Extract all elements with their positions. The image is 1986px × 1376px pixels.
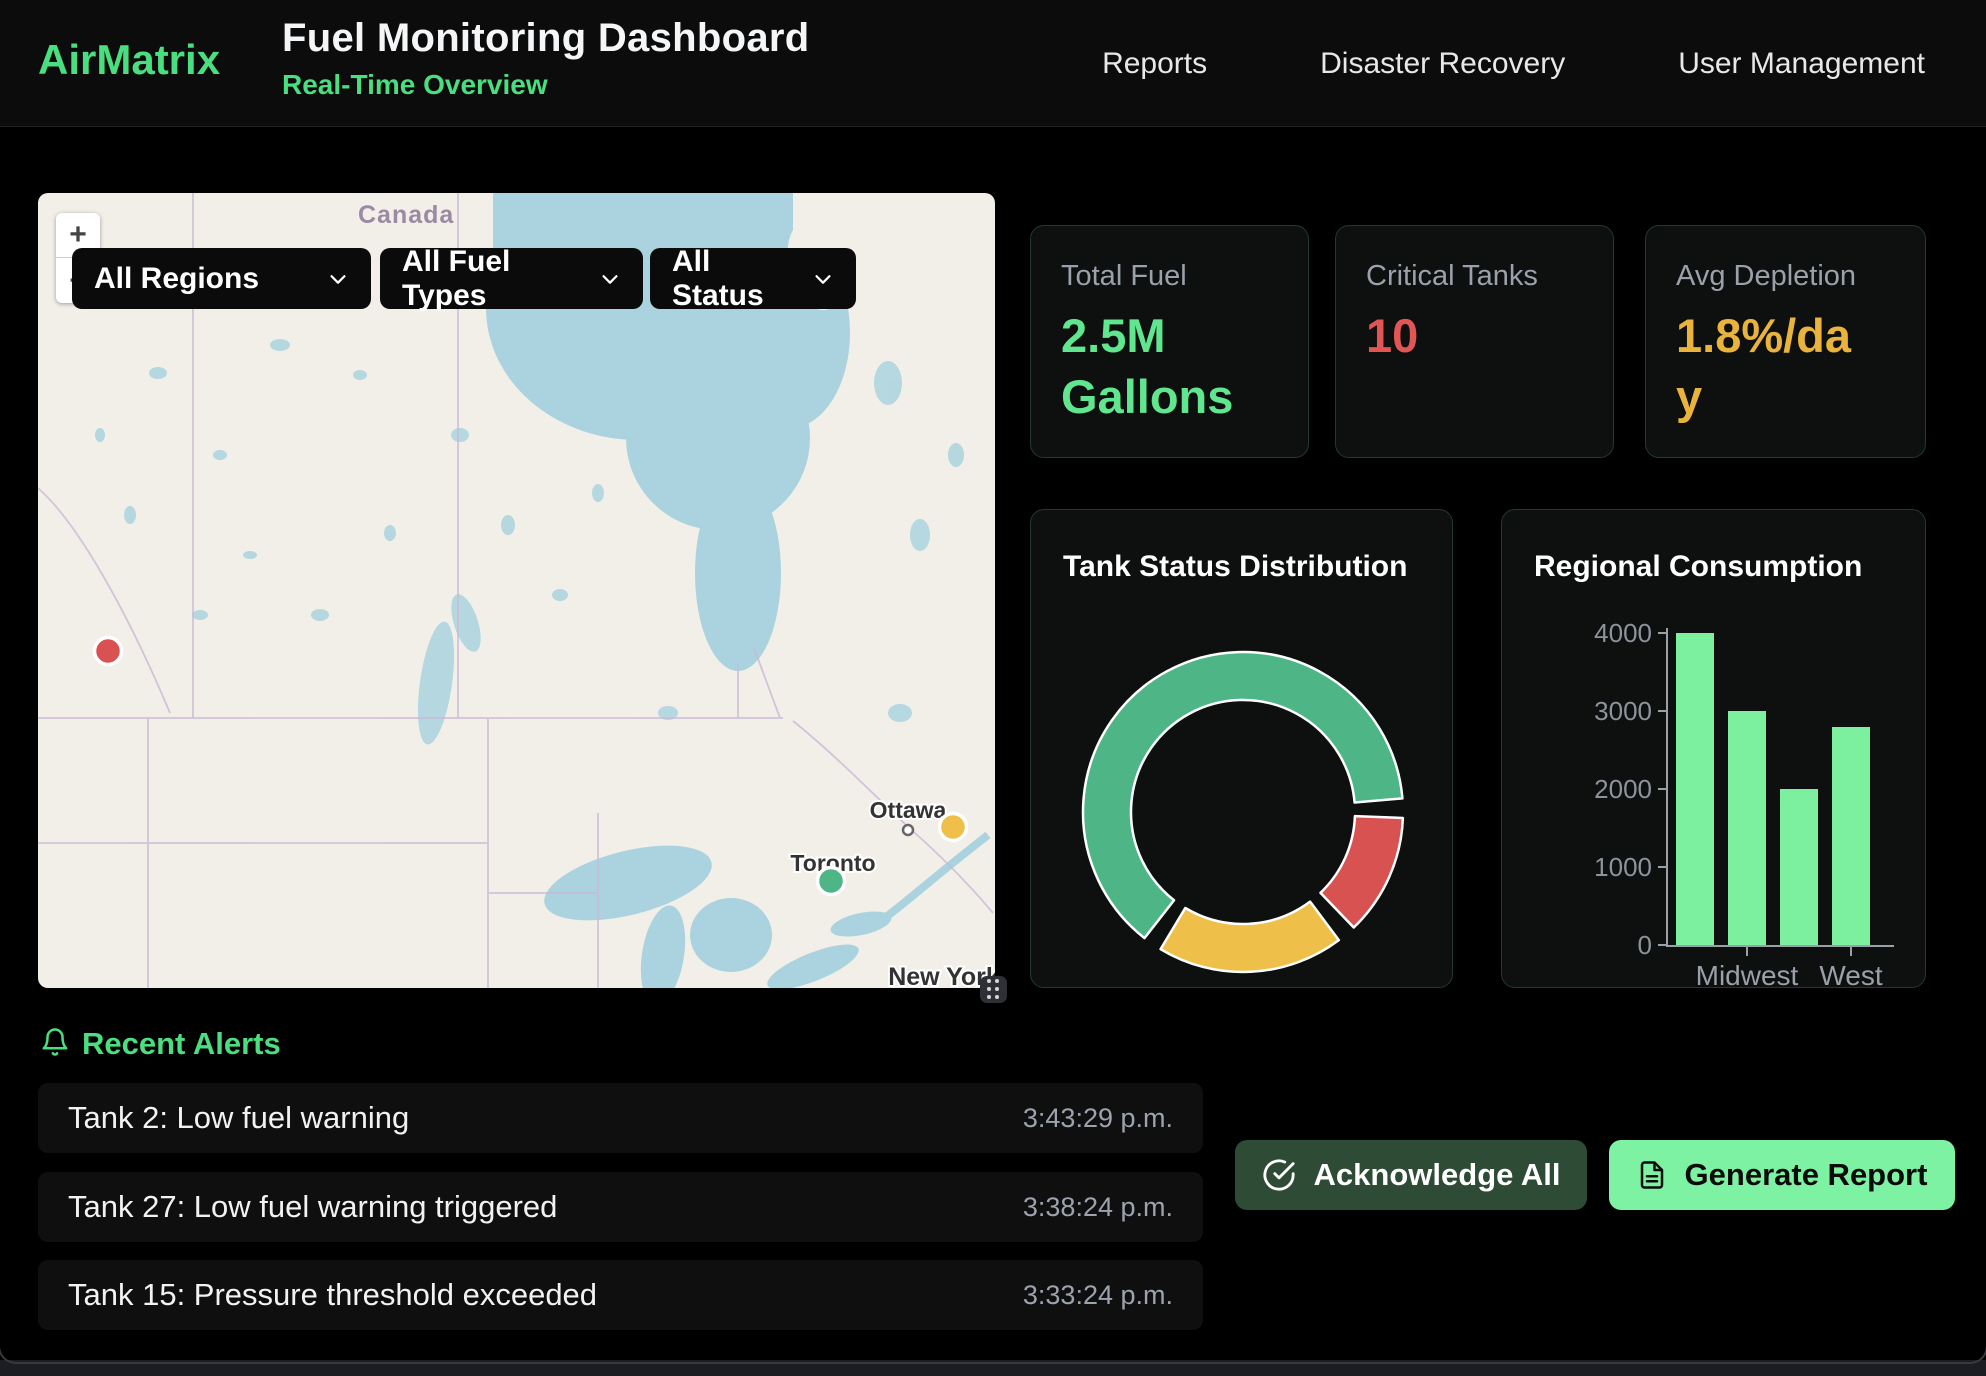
- chevron-down-icon: [812, 268, 834, 290]
- bar-0: [1676, 633, 1714, 945]
- alerts-section-title: Recent Alerts: [82, 1026, 281, 1062]
- y-tick-label: 4000: [1532, 618, 1652, 649]
- fuel-types-dropdown-value: All Fuel Types: [402, 245, 581, 313]
- x-tick-mark: [1850, 947, 1852, 956]
- app-logo: AirMatrix: [38, 36, 220, 84]
- alert-time: 3:38:24 p.m.: [1023, 1192, 1173, 1223]
- donut-chart-card: Tank Status Distribution: [1030, 509, 1453, 988]
- alert-row[interactable]: Tank 15: Pressure threshold exceeded 3:3…: [38, 1260, 1203, 1330]
- y-tick-mark: [1658, 866, 1667, 868]
- stat-label: Avg Depletion: [1676, 260, 1895, 293]
- status-dropdown-value: All Status: [672, 245, 794, 313]
- regions-dropdown[interactable]: All Regions: [72, 248, 371, 309]
- x-tick-mark: [1746, 947, 1748, 956]
- label-canada: Canada: [358, 201, 454, 229]
- map-marker-warning[interactable]: [940, 814, 967, 841]
- status-dropdown[interactable]: All Status: [650, 248, 856, 309]
- nav-disaster-recovery[interactable]: Disaster Recovery: [1320, 47, 1565, 81]
- bar-chart-title: Regional Consumption: [1534, 550, 1862, 584]
- ottawa-town-marker: [903, 825, 913, 835]
- stat-card-critical-tanks: Critical Tanks 10: [1335, 225, 1614, 458]
- chevron-down-icon: [327, 268, 349, 290]
- file-text-icon: [1637, 1160, 1667, 1190]
- bell-icon: [40, 1026, 70, 1058]
- map-marker-critical[interactable]: [95, 638, 122, 665]
- y-tick-label: 1000: [1532, 852, 1652, 883]
- alert-message: Tank 15: Pressure threshold exceeded: [68, 1277, 597, 1313]
- generate-report-button[interactable]: Generate Report: [1609, 1140, 1955, 1210]
- stat-label: Critical Tanks: [1366, 260, 1583, 293]
- main-nav: Reports Disaster Recovery User Managemen…: [1102, 0, 1925, 127]
- map-marker-normal[interactable]: [818, 868, 845, 895]
- label-ottawa: Ottawa: [870, 797, 947, 823]
- stat-card-avg-depletion: Avg Depletion 1.8%/day: [1645, 225, 1926, 458]
- alert-message: Tank 2: Low fuel warning: [68, 1100, 409, 1136]
- stat-value: 1.8%/day: [1676, 305, 1856, 427]
- page-title: Fuel Monitoring Dashboard: [282, 16, 809, 61]
- stat-value: 2.5M Gallons: [1061, 305, 1241, 427]
- alert-row[interactable]: Tank 27: Low fuel warning triggered 3:38…: [38, 1172, 1203, 1242]
- bar-2: [1780, 789, 1818, 945]
- fuel-types-dropdown[interactable]: All Fuel Types: [380, 248, 643, 309]
- y-tick-label: 0: [1532, 930, 1652, 961]
- x-tick-label: West: [1771, 960, 1931, 992]
- y-tick-mark: [1658, 788, 1667, 790]
- label-new-york: New York: [888, 963, 995, 988]
- donut-segment-critical: [1321, 816, 1403, 927]
- y-tick-label: 2000: [1532, 774, 1652, 805]
- nav-reports[interactable]: Reports: [1102, 47, 1207, 81]
- acknowledge-all-button[interactable]: Acknowledge All: [1235, 1140, 1587, 1210]
- stat-label: Total Fuel: [1061, 260, 1278, 293]
- bar-1: [1728, 711, 1766, 945]
- donut-chart-title: Tank Status Distribution: [1063, 550, 1407, 584]
- y-tick-mark: [1658, 944, 1667, 946]
- app-header: AirMatrix Fuel Monitoring Dashboard Real…: [0, 0, 1986, 127]
- stat-card-total-fuel: Total Fuel 2.5M Gallons: [1030, 225, 1309, 458]
- check-circle-icon: [1262, 1158, 1296, 1192]
- nav-user-management[interactable]: User Management: [1678, 47, 1925, 81]
- alert-time: 3:43:29 p.m.: [1023, 1103, 1173, 1134]
- bar-chart-card: Regional Consumption 01000200030004000Mi…: [1501, 509, 1926, 988]
- y-tick-mark: [1658, 710, 1667, 712]
- donut-segment-warning: [1161, 902, 1339, 972]
- st-lawrence-river: [886, 835, 988, 917]
- chevron-down-icon: [599, 268, 621, 290]
- stat-value: 10: [1366, 305, 1546, 366]
- acknowledge-all-label: Acknowledge All: [1314, 1157, 1561, 1193]
- map-panel[interactable]: Canada Ottawa Toronto New York + − All R…: [38, 193, 995, 988]
- x-axis: [1666, 945, 1894, 947]
- regions-dropdown-value: All Regions: [94, 262, 259, 296]
- y-tick-label: 3000: [1532, 696, 1652, 727]
- bar-3: [1832, 727, 1870, 945]
- alert-time: 3:33:24 p.m.: [1023, 1280, 1173, 1311]
- title-block: Fuel Monitoring Dashboard Real-Time Over…: [282, 16, 809, 101]
- horizontal-scrollbar[interactable]: [0, 1360, 1986, 1376]
- page-subtitle: Real-Time Overview: [282, 69, 809, 101]
- y-tick-mark: [1658, 632, 1667, 634]
- alert-message: Tank 27: Low fuel warning triggered: [68, 1189, 557, 1225]
- generate-report-label: Generate Report: [1685, 1157, 1928, 1193]
- map-resize-handle[interactable]: [980, 976, 1007, 1003]
- alert-row[interactable]: Tank 2: Low fuel warning 3:43:29 p.m.: [38, 1083, 1203, 1153]
